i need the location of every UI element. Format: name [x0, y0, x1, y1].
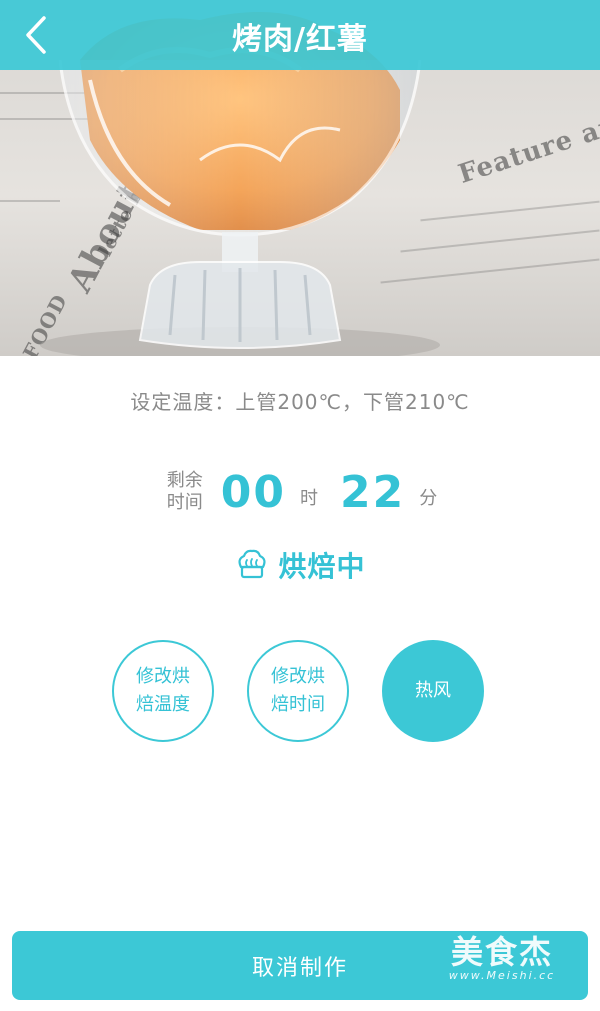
remaining-time: 剩余 时间 00 时 22 分 [0, 462, 600, 522]
remaining-time-label: 剩余 时间 [163, 470, 207, 514]
remaining-label-line1: 剩余 [166, 470, 203, 491]
watermark-url: www.Meishi.cc [448, 969, 556, 982]
modify-temperature-label-line1: 修改烘 [136, 666, 190, 687]
modify-temperature-label-line2: 焙温度 [136, 694, 190, 715]
oven-control-screen: About man lette bit FOOD Feature and [0, 0, 600, 1011]
modify-time-button[interactable]: 修改烘 焙时间 [247, 640, 349, 742]
hot-air-mode-label: 热风 [415, 680, 451, 701]
minutes-unit: 分 [419, 488, 438, 509]
hours-value: 00 [220, 466, 286, 518]
hours-unit: 时 [300, 488, 318, 509]
remaining-label-line2: 时间 [166, 492, 203, 513]
modify-temperature-button[interactable]: 修改烘 焙温度 [112, 640, 214, 742]
baking-status-text: 烘焙中 [278, 550, 366, 583]
cancel-cooking-button[interactable]: 取消制作 美食杰 www.Meishi.cc [12, 931, 588, 1000]
set-temperature-text: 设定温度：上管200℃，下管210℃ [130, 390, 470, 414]
modify-time-label-line2: 焙时间 [271, 694, 325, 715]
modify-time-label-line1: 修改烘 [271, 666, 325, 687]
meishi-watermark: 美食杰 www.Meishi.cc [436, 935, 568, 982]
cancel-cooking-label: 取消制作 [251, 955, 348, 981]
top-navigation-bar: 烤肉/红薯 [0, 0, 600, 70]
hot-air-mode-button[interactable]: 热风 [382, 640, 484, 742]
chef-hat-steam-icon [238, 549, 267, 579]
watermark-brand: 美食杰 [450, 933, 553, 971]
page-title: 烤肉/红薯 [232, 22, 368, 57]
baking-status: 烘焙中 [0, 540, 600, 590]
minutes-value: 22 [340, 466, 406, 518]
